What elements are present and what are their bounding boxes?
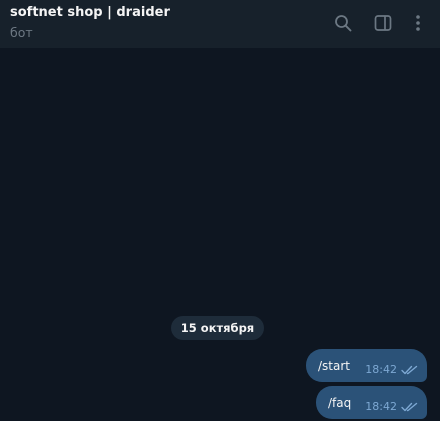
message-time: 18:42 <box>365 400 397 413</box>
double-check-icon <box>401 365 418 374</box>
message-meta: 18:42 <box>365 363 418 376</box>
message-time: 18:42 <box>365 363 397 376</box>
message-text: /start <box>318 359 350 373</box>
outgoing-message[interactable]: /start 18:42 <box>306 349 427 382</box>
message-text: /faq <box>328 396 352 410</box>
chat-header: softnet shop | draider бот <box>0 0 440 48</box>
double-check-icon <box>401 402 418 411</box>
more-vertical-icon[interactable] <box>407 12 429 34</box>
message-meta: 18:42 <box>365 400 418 413</box>
chat-subtitle: бот <box>10 25 33 40</box>
outgoing-message[interactable]: /faq 18:42 <box>316 386 427 419</box>
sidebar-toggle-icon[interactable] <box>372 12 394 34</box>
chat-title[interactable]: softnet shop | draider <box>10 5 170 20</box>
search-icon[interactable] <box>332 12 354 34</box>
date-separator: 15 октября <box>171 316 264 340</box>
